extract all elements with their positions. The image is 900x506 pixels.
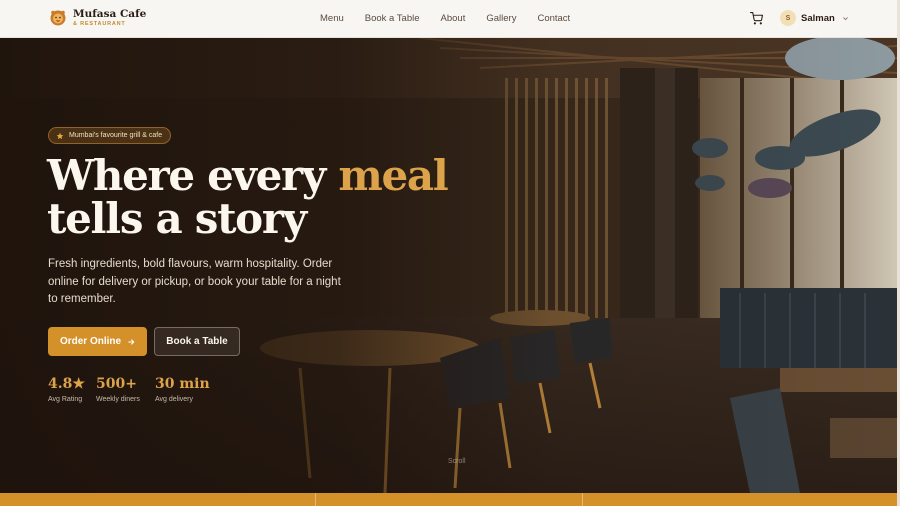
stat-diners: 500+ Weekly diners — [96, 376, 140, 403]
user-name: Salman — [801, 12, 835, 24]
badge-text: Mumbai's favourite grill & cafe — [69, 132, 163, 139]
brand-subtitle: & RESTAURANT — [73, 20, 126, 27]
user-menu[interactable]: S Salman — [780, 10, 849, 26]
stat-label: Weekly diners — [96, 396, 140, 403]
order-online-button[interactable]: Order Online — [48, 327, 147, 356]
main-nav: Menu Book a Table About Gallery Contact — [320, 13, 591, 24]
scroll-indicator[interactable]: Scroll — [448, 458, 466, 465]
book-table-button[interactable]: Book a Table — [154, 327, 240, 356]
stat-label: Avg delivery — [155, 396, 194, 403]
cart-icon[interactable] — [750, 12, 763, 25]
star-icon — [56, 132, 64, 139]
headline-line-2: tells a story — [47, 194, 307, 243]
arrow-right-icon — [128, 338, 135, 345]
book-table-label: Book a Table — [166, 336, 228, 347]
headline-line-1: Where every — [47, 151, 339, 200]
nav-gallery[interactable]: Gallery — [486, 13, 516, 24]
order-online-label: Order Online — [59, 336, 122, 347]
stat-value: 4.8★ — [48, 376, 85, 392]
stat-value: 30 min — [155, 376, 210, 392]
stat-label: Avg Rating — [48, 396, 83, 403]
hero-subtext: Fresh ingredients, bold flavours, warm h… — [48, 258, 341, 305]
hero-badge: Mumbai's favourite grill & cafe — [48, 127, 172, 144]
stat-rating: 4.8★ Avg Rating — [48, 376, 85, 403]
nav-menu[interactable]: Menu — [320, 13, 344, 24]
chevron-down-icon — [842, 16, 848, 20]
site-header: Mufasa Cafe & RESTAURANT Menu Book a Tab… — [0, 0, 897, 38]
nav-about[interactable]: About — [441, 13, 466, 24]
hero-section: Mumbai's favourite grill & cafe Where ev… — [0, 38, 897, 493]
nav-contact[interactable]: Contact — [537, 13, 570, 24]
headline-accent: meal — [338, 151, 448, 200]
stat-delivery: 30 min Avg delivery — [155, 376, 210, 403]
brand-name: Mufasa Cafe — [73, 8, 147, 20]
lion-logo-icon — [50, 10, 66, 26]
stat-value: 500+ — [96, 376, 137, 392]
nav-book-a-table[interactable]: Book a Table — [365, 13, 420, 24]
feature-strip — [0, 493, 897, 506]
hero-headline: Where every meal tells a story — [47, 151, 449, 243]
avatar: S — [780, 10, 796, 26]
brand-logo[interactable]: Mufasa Cafe & RESTAURANT — [50, 9, 146, 27]
